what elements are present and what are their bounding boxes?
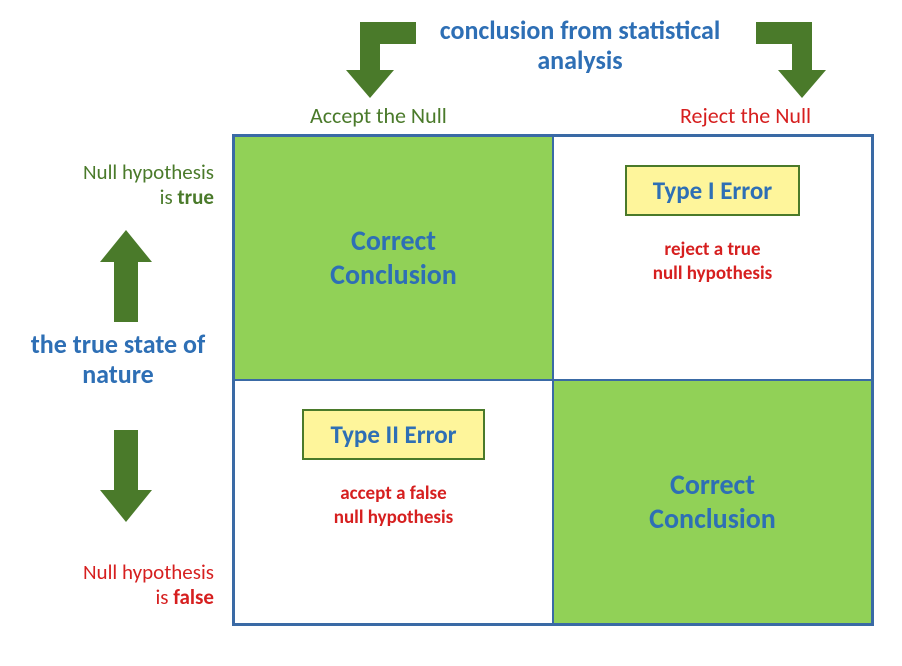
decision-matrix: Correct Conclusion Type I Error reject a… xyxy=(232,134,874,626)
cell-accept-false: Type II Error accept a false null hypoth… xyxy=(234,380,553,624)
type-i-error-badge: Type I Error xyxy=(625,165,800,216)
type-ii-error-badge: Type II Error xyxy=(302,409,484,460)
correct-conclusion-label: Correct Conclusion xyxy=(330,224,457,291)
correct-conclusion-label: Correct Conclusion xyxy=(649,468,776,535)
arrow-down-icon xyxy=(100,430,152,522)
arrow-to-reject-icon xyxy=(756,22,826,98)
side-axis-title: the true state of nature xyxy=(18,330,218,390)
cell-accept-true: Correct Conclusion xyxy=(234,136,553,380)
row-header-null-true: Null hypothesis is true xyxy=(14,160,214,210)
arrow-to-accept-icon xyxy=(346,22,416,98)
cell-reject-false: Correct Conclusion xyxy=(553,380,872,624)
column-header-accept: Accept the Null xyxy=(310,102,447,129)
row-header-null-false: Null hypothesis is false xyxy=(14,560,214,610)
type-i-error-description: reject a true null hypothesis xyxy=(653,238,772,286)
top-axis-title: conclusion from statistical analysis xyxy=(420,16,740,76)
cell-reject-true: Type I Error reject a true null hypothes… xyxy=(553,136,872,380)
type-ii-error-description: accept a false null hypothesis xyxy=(334,482,453,530)
column-header-reject: Reject the Null xyxy=(680,102,811,129)
arrow-up-icon xyxy=(100,230,152,322)
